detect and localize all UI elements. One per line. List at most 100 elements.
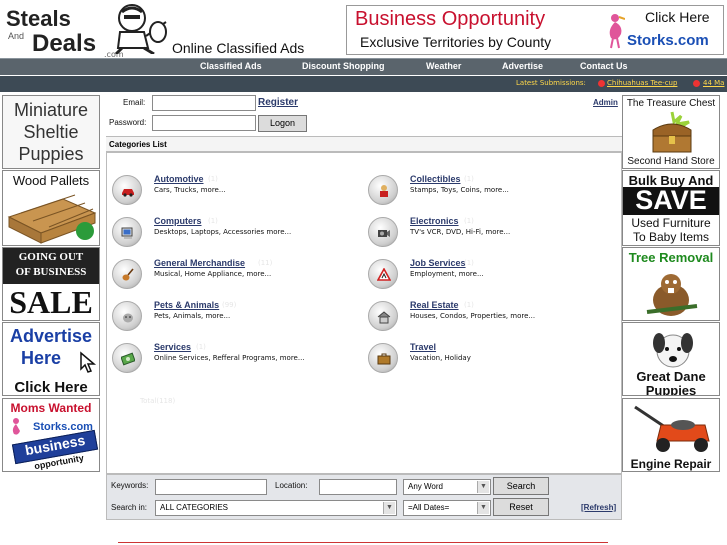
ad-going-out-of-business[interactable]: GOING OUT OF BUSINESS SALE	[2, 247, 100, 321]
category-general-merchandise[interactable]: General Merchandise (11) Musical, Home A…	[110, 257, 360, 297]
category-services[interactable]: Services (1) Online Services, Refferal P…	[110, 341, 360, 381]
date-value: =All Dates=	[408, 503, 450, 512]
ad-bulk-buy-save[interactable]: Bulk Buy And SAVE Used Furniture To Baby…	[622, 170, 720, 246]
computer-icon	[112, 217, 142, 247]
ad-line: Moms Wanted	[10, 401, 92, 415]
category-name[interactable]: Real Estate	[410, 300, 459, 310]
category-subtext: Desktops, Laptops, Accessories more...	[154, 228, 292, 236]
site-logo[interactable]: Steals And Deals .com	[4, 2, 167, 59]
latest-submissions-bar: Latest Submissions: Chihuahuas Tee-cup 4…	[0, 76, 727, 92]
category-name[interactable]: Computers	[154, 216, 202, 226]
reset-button[interactable]: Reset	[493, 498, 549, 516]
match-value: Any Word	[408, 482, 443, 491]
ad-line: Sheltie	[23, 122, 79, 142]
categories-title: Categories List	[109, 140, 167, 149]
guitar-icon	[112, 259, 142, 289]
match-select[interactable]: Any Word ▼	[403, 479, 491, 495]
category-name[interactable]: General Merchandise	[154, 258, 245, 268]
chevron-down-icon: ▼	[477, 502, 489, 514]
keywords-input[interactable]	[155, 479, 267, 495]
ad-engine-repair[interactable]: Engine Repair	[622, 398, 720, 472]
email-label: Email:	[123, 98, 146, 107]
password-field[interactable]	[152, 115, 256, 131]
latest-link[interactable]: 44 Ma	[703, 79, 724, 87]
ad-line: To Baby Items	[632, 230, 710, 244]
category-count: (11)	[258, 259, 273, 267]
refresh-link[interactable]: [Refresh]	[581, 503, 616, 512]
category-job-services[interactable]: Job Services (1) Employment, more...	[366, 257, 616, 297]
ad-moms-wanted[interactable]: Moms Wanted Storks.com business opportun…	[2, 398, 100, 472]
category-subtext: Online Services, Refferal Programs, more…	[154, 354, 305, 362]
money-icon	[112, 343, 142, 373]
lawn-mower-icon	[634, 405, 710, 452]
category-computers[interactable]: Computers (1) Desktops, Laptops, Accesso…	[110, 215, 360, 255]
category-count: (1)	[464, 175, 474, 183]
category-name[interactable]: Travel	[410, 342, 436, 352]
categories-list: Automotive (1) Cars, Trucks, more... Col…	[106, 152, 622, 474]
category-subtext: Musical, Home Appliance, more...	[154, 270, 272, 278]
login-panel: Email: Register Admin Password: Logon	[106, 94, 622, 134]
logon-button[interactable]: Logon	[258, 115, 307, 132]
category-count: (1)	[196, 343, 206, 351]
category-name[interactable]: Job Services	[410, 258, 466, 268]
ad-line: Here	[20, 348, 62, 368]
bullet-icon	[598, 80, 605, 87]
ad-sheltie-puppies[interactable]: Miniature Sheltie Puppies	[2, 95, 100, 169]
category-count: (1)	[464, 301, 474, 309]
email-field[interactable]	[152, 95, 256, 111]
ad-line: Puppies	[18, 144, 84, 164]
top-banner-ad[interactable]: Business Opportunity Exclusive Territori…	[346, 5, 724, 55]
category-automotive[interactable]: Automotive (1) Cars, Trucks, more...	[110, 173, 360, 213]
logo-word-and: And	[8, 31, 25, 41]
ad-treasure-chest[interactable]: The Treasure Chest Second Hand Store	[622, 95, 720, 169]
total-count: Total(118)	[140, 397, 176, 405]
stork-icon	[609, 14, 625, 49]
pet-icon	[112, 301, 142, 331]
camera-icon	[368, 217, 398, 247]
category-real-estate[interactable]: Real Estate (1) Houses, Condos, Properti…	[366, 299, 616, 339]
register-link[interactable]: Register	[258, 97, 298, 108]
admin-link[interactable]: Admin	[593, 98, 618, 107]
ad-great-dane-puppies[interactable]: Great Dane Puppies	[622, 322, 720, 396]
latest-link[interactable]: Chihuahuas Tee-cup	[607, 79, 677, 87]
category-electronics[interactable]: Electronics (1) TV's VCR, DVD, Hi-Fi, mo…	[366, 215, 616, 255]
search-button[interactable]: Search	[493, 477, 549, 495]
category-subtext: TV's VCR, DVD, Hi-Fi, more...	[410, 228, 511, 236]
nav-discount-shopping[interactable]: Discount Shopping	[302, 61, 385, 71]
construction-sign-icon	[368, 259, 398, 289]
category-name[interactable]: Collectibles	[410, 174, 461, 184]
category-name[interactable]: Automotive	[154, 174, 204, 184]
ad-line: Wood Pallets	[12, 173, 90, 188]
main-nav: Classified Ads Discount Shopping Weather…	[0, 58, 727, 75]
category-name[interactable]: Services	[154, 342, 191, 352]
beaver-icon	[646, 274, 698, 316]
location-input[interactable]	[319, 479, 397, 495]
search-panel: Keywords: Location: Any Word ▼ Search Se…	[106, 474, 622, 520]
nav-classified-ads[interactable]: Classified Ads	[200, 61, 262, 71]
password-label: Password:	[109, 118, 147, 127]
ad-wood-pallets[interactable]: Wood Pallets	[2, 170, 100, 246]
collectibles-icon	[368, 175, 398, 205]
ad-line: SALE	[9, 284, 93, 320]
category-count: (1)	[464, 259, 474, 267]
latest-label: Latest Submissions:	[516, 79, 586, 87]
site-tagline: Online Classified Ads	[172, 40, 305, 56]
ad-line: Engine Repair	[630, 457, 712, 471]
category-count: (1)	[208, 175, 218, 183]
chevron-down-icon: ▼	[383, 502, 395, 514]
category-select[interactable]: ALL CATEGORIES ▼	[155, 500, 397, 516]
category-subtext: Pets, Animals, more...	[154, 312, 231, 320]
nav-contact-us[interactable]: Contact Us	[580, 61, 628, 71]
category-travel[interactable]: Travel Vacation, Holiday	[366, 341, 616, 381]
pallet-icon	[7, 194, 97, 244]
ad-tree-removal[interactable]: Tree Removal	[622, 247, 720, 321]
ad-advertise-here[interactable]: Advertise Here Click Here	[2, 322, 100, 396]
nav-advertise[interactable]: Advertise	[502, 61, 543, 71]
date-select[interactable]: =All Dates= ▼	[403, 500, 491, 516]
category-collectibles[interactable]: Collectibles (1) Stamps, Toys, Coins, mo…	[366, 173, 616, 213]
nav-weather[interactable]: Weather	[426, 61, 461, 71]
car-icon	[112, 175, 142, 205]
category-name[interactable]: Pets & Animals	[154, 300, 219, 310]
category-pets-animals[interactable]: Pets & Animals (99) Pets, Animals, more.…	[110, 299, 360, 339]
category-name[interactable]: Electronics	[410, 216, 459, 226]
